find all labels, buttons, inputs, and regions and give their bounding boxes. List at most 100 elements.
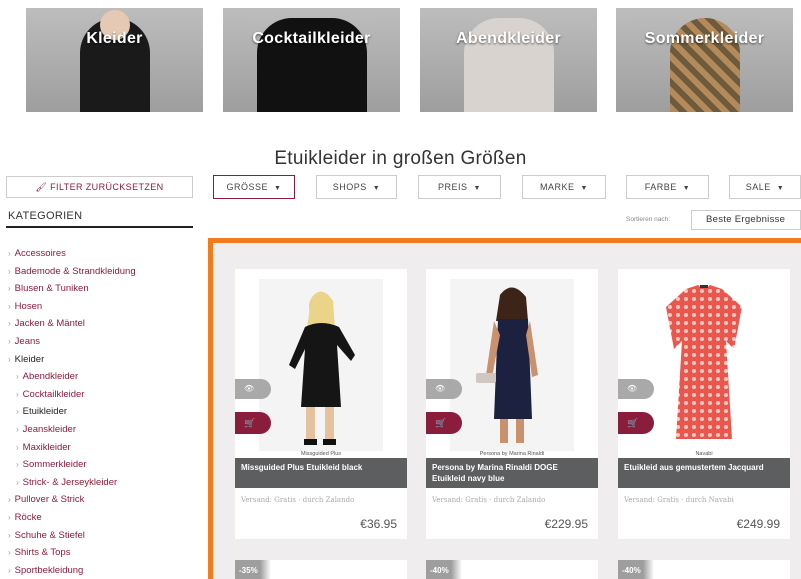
product-card[interactable]: -35%	[235, 560, 407, 579]
chevron-right-icon: ›	[16, 460, 19, 470]
product-price: €36.95	[360, 517, 397, 531]
category-maxikleider[interactable]: › Maxikleider	[8, 439, 198, 457]
chevron-right-icon: ›	[8, 336, 11, 346]
filter-size-button[interactable]: GRÖSSE ▼	[213, 175, 295, 199]
chevron-right-icon: ›	[8, 249, 11, 258]
category-cocktailkleider[interactable]: › Cocktailkleider	[8, 386, 198, 404]
category-label: Schuhe & Stiefel	[14, 529, 85, 541]
filter-label: SALE	[745, 182, 771, 192]
product-name[interactable]: Etuikleid aus gemustertem Jacquard	[618, 458, 790, 488]
category-label: Accessoires	[14, 248, 66, 259]
category-bademode[interactable]: › Bademode & Strandkleidung	[8, 263, 198, 281]
category-etuikleider[interactable]: › Etuikleider	[8, 403, 198, 421]
category-jeans[interactable]: › Jeans	[8, 333, 198, 351]
sort-select[interactable]: Beste Ergebnisse	[691, 210, 801, 230]
category-schuhe[interactable]: › Schuhe & Stiefel	[8, 527, 198, 545]
category-label: Pullover & Strick	[14, 494, 85, 506]
product-card[interactable]: -40%	[426, 560, 598, 579]
filter-price-button[interactable]: PREIS ▼	[418, 175, 501, 199]
chevron-right-icon: ›	[8, 565, 11, 575]
category-hero: Kleider Cocktailkleider Abendkleider Som…	[0, 0, 801, 114]
chevron-right-icon: ›	[16, 389, 19, 399]
category-jacken[interactable]: › Jacken & Mäntel	[8, 315, 198, 333]
product-card[interactable]: 👁 🛒 Navabi Etuikleid aus gemustertem Jac…	[618, 269, 790, 539]
category-label: Abendkleider	[22, 371, 79, 383]
filter-brand-button[interactable]: MARKE ▼	[522, 175, 606, 199]
product-card[interactable]: -40%	[618, 560, 790, 579]
cart-icon[interactable]: 🛒	[235, 412, 271, 434]
chevron-right-icon: ›	[16, 442, 19, 452]
chevron-right-icon: ›	[8, 495, 11, 505]
hero-tile-sommerkleider[interactable]: Sommerkleider	[616, 8, 793, 112]
category-label: Jeans	[14, 335, 41, 347]
category-blusen[interactable]: › Blusen & Tuniken	[8, 280, 198, 298]
chevron-right-icon: ›	[8, 354, 11, 364]
category-accessoires[interactable]: › Accessoires	[8, 245, 198, 263]
product-card[interactable]: 👁 🛒 Missguided Plus Missguided Plus Etui…	[235, 269, 407, 539]
page-title: Etuikleider in großen Größen	[274, 148, 527, 169]
chevron-right-icon: ›	[8, 266, 11, 276]
chevron-right-icon: ›	[8, 548, 11, 558]
categories-heading: KATEGORIEN	[8, 210, 83, 222]
sort-label: Sortieren nach:	[626, 216, 671, 223]
filter-reset-button[interactable]: 🖌 FILTER ZURÜCKSETZEN	[6, 176, 193, 198]
eye-icon[interactable]: 👁	[618, 379, 654, 399]
brush-icon: 🖌	[35, 182, 51, 192]
discount-badge: -40%	[426, 560, 462, 579]
category-label: Jeanskleider	[22, 423, 77, 435]
category-sport[interactable]: › Sportbekleidung	[8, 562, 198, 579]
filter-shops-button[interactable]: SHOPS ▼	[316, 175, 397, 199]
cart-icon[interactable]: 🛒	[426, 412, 462, 434]
category-jeanskleider[interactable]: › Jeanskleider	[8, 421, 198, 439]
caret-down-icon: ▼	[776, 185, 785, 192]
product-name[interactable]: Persona by Marina Rinaldi DOGE Etuikleid…	[426, 458, 598, 488]
eye-icon[interactable]: 👁	[426, 379, 462, 399]
chevron-right-icon: ›	[8, 512, 11, 522]
caret-down-icon: ▼	[274, 185, 282, 192]
hero-tile-abendkleider[interactable]: Abendkleider	[420, 8, 597, 112]
discount-badge: -40%	[618, 560, 654, 579]
chevron-right-icon: ›	[8, 301, 11, 311]
category-sommerkleider[interactable]: › Sommerkleider	[8, 456, 198, 474]
chevron-right-icon: ›	[8, 284, 11, 294]
filter-sale-button[interactable]: SALE ▼	[729, 175, 801, 199]
chevron-right-icon: ›	[16, 424, 19, 434]
category-label: Etuikleider	[22, 406, 68, 418]
eye-icon[interactable]: 👁	[235, 379, 271, 399]
product-shipping: Versand: Gratis · durch Navabi	[624, 496, 734, 504]
hero-tile-kleider[interactable]: Kleider	[26, 8, 203, 112]
hero-tile-label: Sommerkleider	[644, 30, 765, 47]
categories-list: › Accessoires › Bademode & Strandkleidung …	[8, 245, 198, 579]
product-price: €249.99	[736, 517, 780, 531]
hero-tile-cocktailkleider[interactable]: Cocktailkleider	[223, 8, 400, 112]
category-pullover[interactable]: › Pullover & Strick	[8, 491, 198, 509]
product-image	[450, 279, 574, 451]
filter-reset-label: FILTER ZURÜCKSETZEN	[50, 182, 164, 192]
cart-icon[interactable]: 🛒	[618, 412, 654, 434]
filter-label: MARKE	[540, 182, 575, 192]
category-kleider[interactable]: › Kleider	[8, 351, 198, 369]
discount-badge: -35%	[235, 560, 271, 579]
hero-tile-label: Cocktailkleider	[252, 30, 371, 47]
caret-down-icon: ▼	[580, 185, 588, 192]
filter-label: SHOPS	[332, 182, 367, 192]
caret-down-icon: ▼	[473, 185, 481, 192]
category-label: Strick- & Jerseykleider	[22, 476, 118, 488]
product-brand: Missguided Plus	[300, 451, 342, 457]
category-abendkleider[interactable]: › Abendkleider	[8, 368, 198, 386]
filter-label: FARBE	[644, 182, 677, 192]
category-label: Kleider	[14, 353, 45, 365]
product-card[interactable]: 👁 🛒 Persona by Marina Rinaldi Persona by…	[426, 269, 598, 539]
chevron-right-icon: ›	[16, 477, 19, 487]
category-shirts[interactable]: › Shirts & Tops	[8, 544, 198, 562]
product-name[interactable]: Missguided Plus Etuikleid black	[235, 458, 407, 488]
category-label: Bademode & Strandkleidung	[14, 265, 136, 277]
category-label: Röcke	[14, 511, 42, 523]
category-strickkleider[interactable]: › Strick- & Jerseykleider	[8, 474, 198, 492]
category-hosen[interactable]: › Hosen	[8, 298, 198, 316]
product-image	[642, 279, 766, 451]
chevron-right-icon: ›	[16, 372, 19, 382]
product-brand: Persona by Marina Rinaldi	[479, 451, 545, 457]
filter-color-button[interactable]: FARBE ▼	[626, 175, 709, 199]
category-roecke[interactable]: › Röcke	[8, 509, 198, 527]
